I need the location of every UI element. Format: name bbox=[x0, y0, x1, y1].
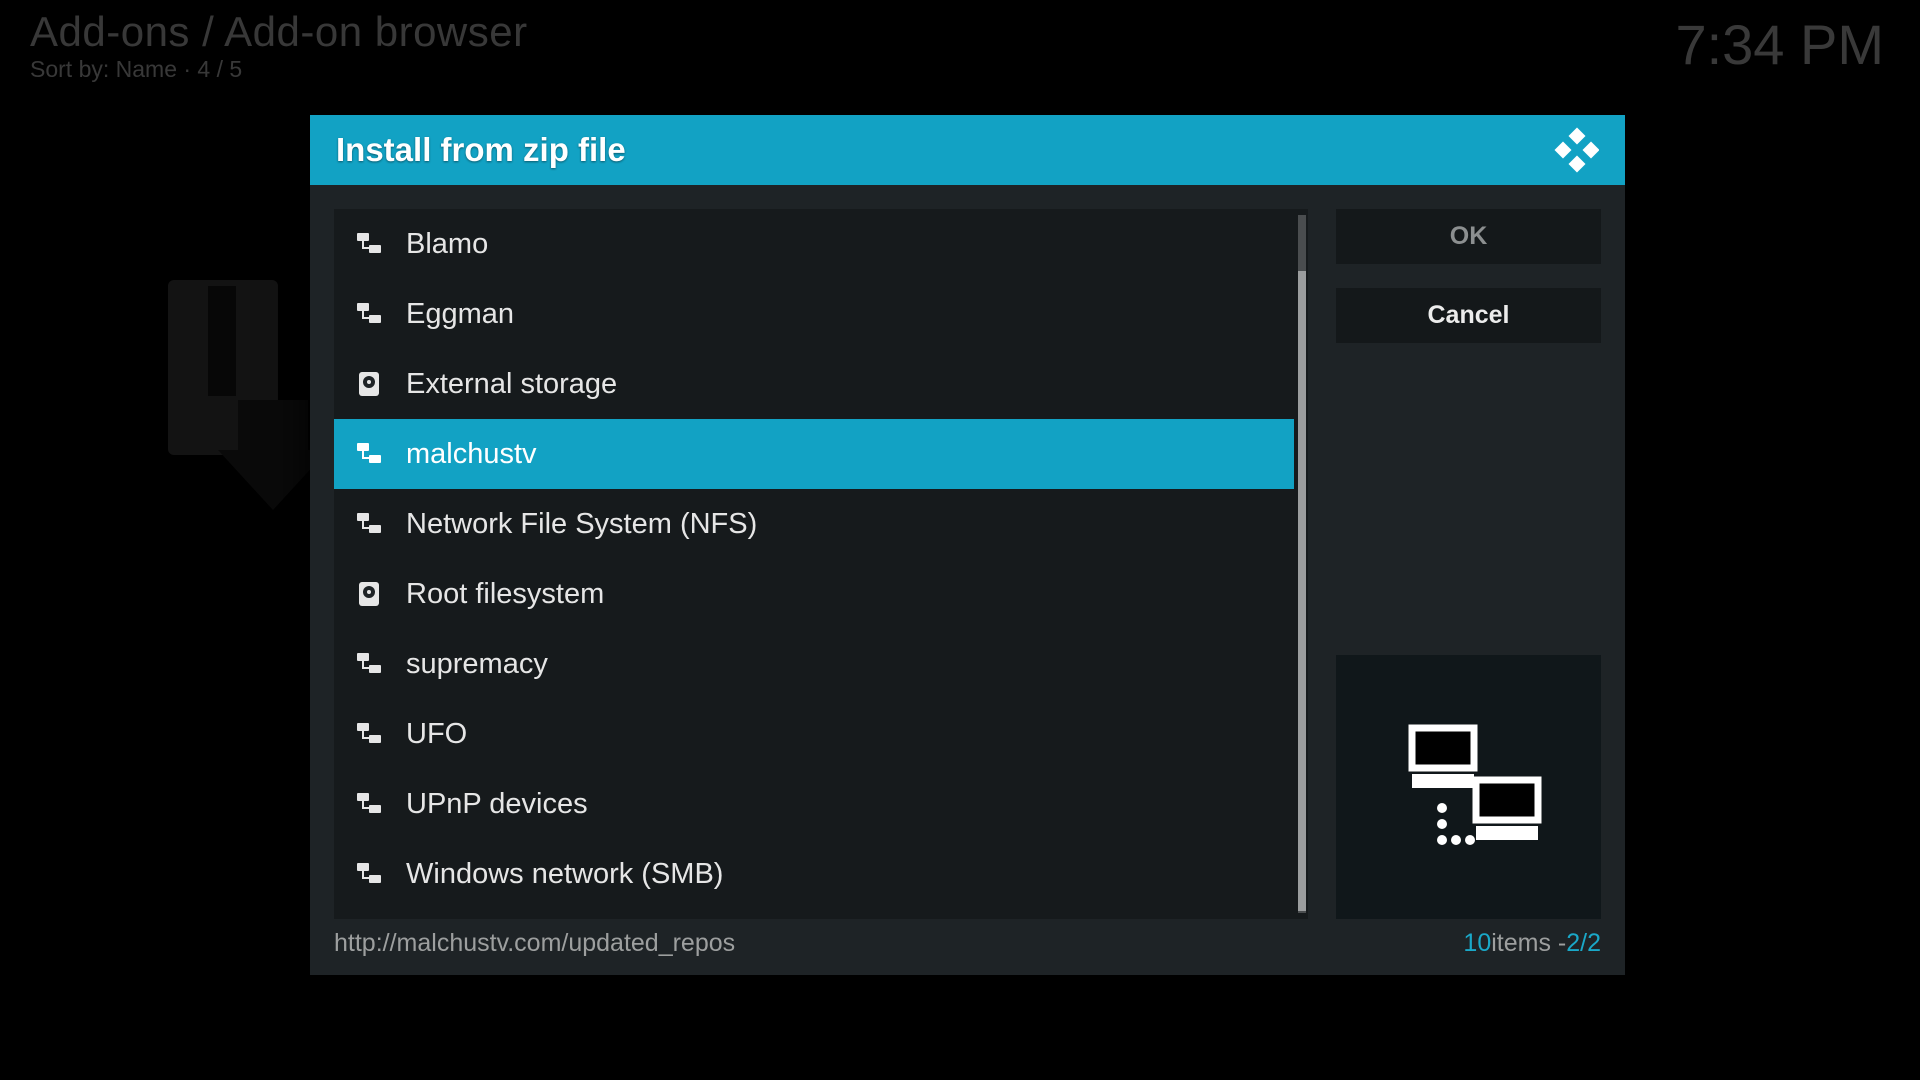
network-icon bbox=[356, 861, 382, 887]
zip-download-icon bbox=[168, 280, 328, 510]
cancel-button[interactable]: Cancel bbox=[1336, 288, 1601, 343]
background-header: Add-ons / Add-on browser Sort by: Name ·… bbox=[30, 8, 1890, 83]
network-icon bbox=[356, 651, 382, 677]
sort-line: Sort by: Name · 4 / 5 bbox=[30, 56, 1890, 83]
file-row-label: Windows network (SMB) bbox=[406, 858, 723, 891]
dialog-title: Install from zip file bbox=[336, 131, 626, 169]
file-row[interactable]: External storage bbox=[334, 349, 1294, 419]
file-row[interactable]: Root filesystem bbox=[334, 559, 1294, 629]
file-row-label: Network File System (NFS) bbox=[406, 508, 757, 541]
file-row[interactable]: Eggman bbox=[334, 279, 1294, 349]
source-thumbnail bbox=[1336, 655, 1601, 919]
file-row[interactable]: UPnP devices bbox=[334, 769, 1294, 839]
file-list: Blamo Eggman External storage malchustv … bbox=[334, 209, 1294, 919]
dialog-footer: http://malchustv.com/updated_repos 10 it… bbox=[334, 923, 1601, 963]
file-row-label: UPnP devices bbox=[406, 788, 588, 821]
network-icon bbox=[356, 721, 382, 747]
scrollbar[interactable] bbox=[1298, 215, 1306, 913]
item-count: 10 items - 2/2 bbox=[1463, 929, 1601, 958]
file-row[interactable]: UFO bbox=[334, 699, 1294, 769]
file-row[interactable]: Windows network (SMB) bbox=[334, 839, 1294, 909]
kodi-logo-icon bbox=[1551, 126, 1599, 174]
dialog-title-bar: Install from zip file bbox=[310, 115, 1625, 185]
file-row-label: supremacy bbox=[406, 648, 548, 681]
file-row-label: Root filesystem bbox=[406, 578, 604, 611]
file-row-label: Blamo bbox=[406, 228, 488, 261]
file-row[interactable]: malchustv bbox=[334, 419, 1294, 489]
file-row-label: malchustv bbox=[406, 438, 537, 471]
network-icon bbox=[356, 231, 382, 257]
file-browser-pane: Blamo Eggman External storage malchustv … bbox=[334, 209, 1308, 919]
breadcrumb: Add-ons / Add-on browser bbox=[30, 8, 1890, 56]
file-row[interactable]: Blamo bbox=[334, 209, 1294, 279]
selected-path: http://malchustv.com/updated_repos bbox=[334, 929, 735, 958]
ok-button[interactable]: OK bbox=[1336, 209, 1601, 264]
disk-icon bbox=[356, 371, 382, 397]
file-row-label: External storage bbox=[406, 368, 617, 401]
file-row-label: Eggman bbox=[406, 298, 514, 331]
network-icon bbox=[356, 791, 382, 817]
install-from-zip-dialog: Install from zip file Blamo bbox=[310, 115, 1625, 975]
clock: 7:34 PM bbox=[1675, 12, 1884, 77]
file-row[interactable]: Network File System (NFS) bbox=[334, 489, 1294, 559]
dialog-side-panel: OK Cancel bbox=[1336, 209, 1601, 919]
disk-icon bbox=[356, 581, 382, 607]
network-icon bbox=[356, 301, 382, 327]
file-row[interactable]: supremacy bbox=[334, 629, 1294, 699]
network-icon bbox=[356, 441, 382, 467]
file-row-label: UFO bbox=[406, 718, 467, 751]
network-icon bbox=[356, 511, 382, 537]
